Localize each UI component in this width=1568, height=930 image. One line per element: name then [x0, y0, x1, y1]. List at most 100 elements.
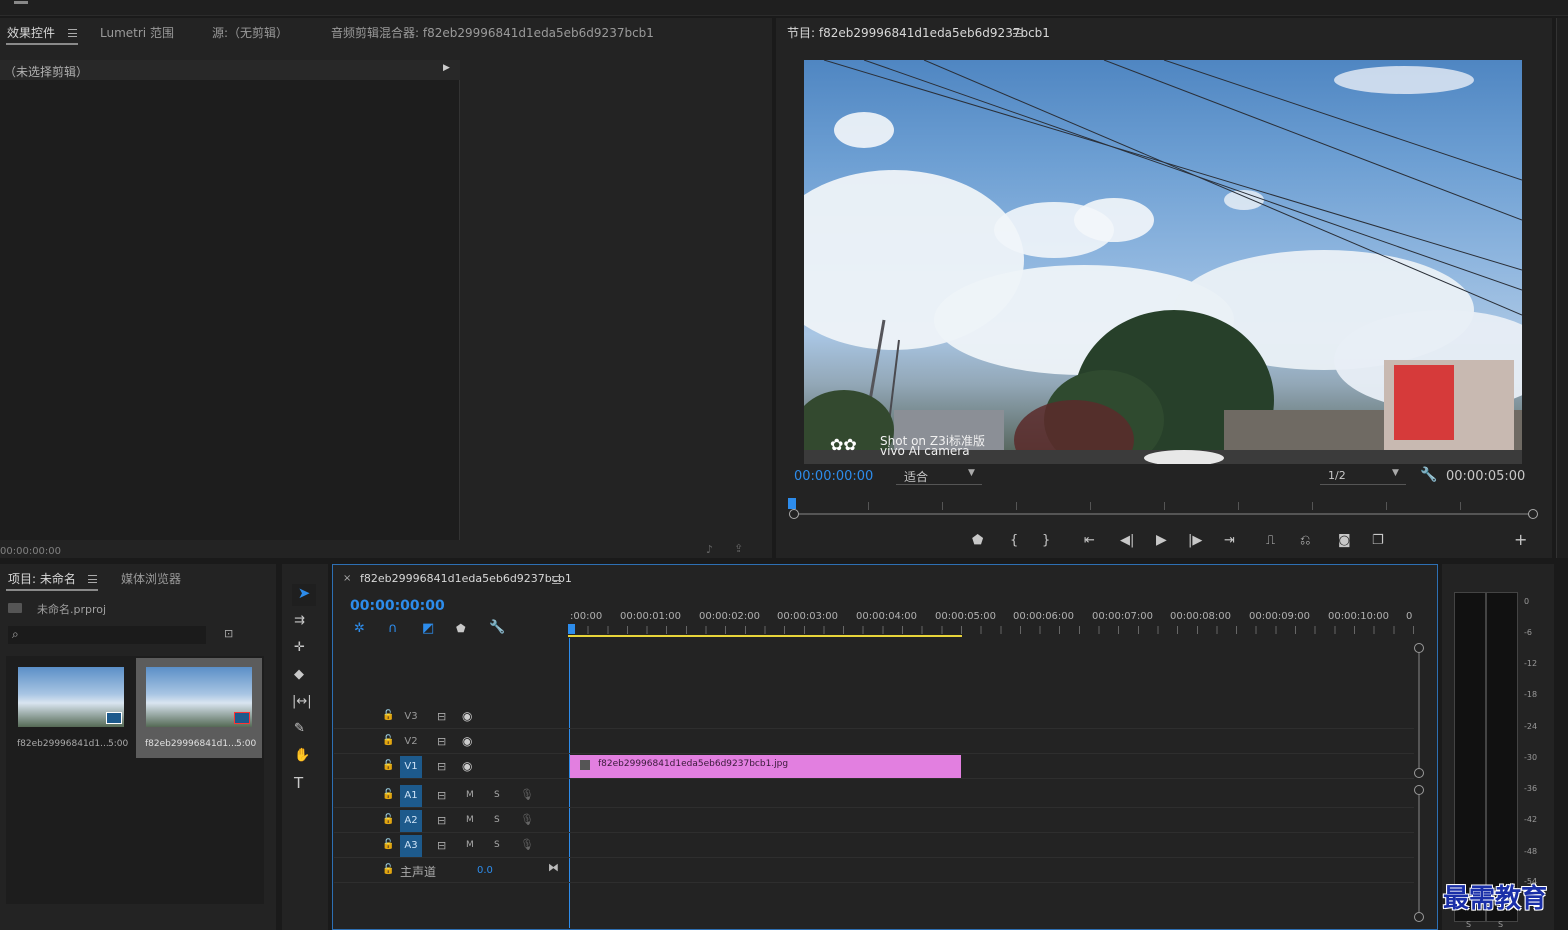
mute-button[interactable]: M — [466, 840, 474, 850]
close-tab-icon[interactable]: × — [343, 573, 351, 584]
tab-lumetri-scopes[interactable]: Lumetri 范围 — [100, 24, 174, 41]
sync-lock-icon[interactable]: ⊟ — [437, 814, 446, 827]
pen-tool-icon[interactable]: ✎ — [294, 722, 305, 736]
vertical-scrollbar-audio[interactable] — [1418, 795, 1420, 912]
panel-menu-icon[interactable] — [68, 29, 77, 37]
lock-icon[interactable]: 🔓 — [382, 789, 394, 800]
hand-tool-icon[interactable]: ✋ — [294, 749, 310, 763]
step-back-icon[interactable]: ◀| — [1120, 534, 1134, 548]
track-v1-label[interactable]: V1 — [400, 756, 422, 778]
slip-tool-icon[interactable]: |↔| — [292, 695, 312, 709]
tab-source[interactable]: 源:（无剪辑） — [212, 24, 288, 41]
mark-in-icon[interactable]: { — [1010, 534, 1018, 548]
expand-arrow-icon[interactable]: ▶ — [443, 63, 450, 73]
scroll-handle-video-bottom[interactable] — [1414, 768, 1424, 778]
scrubber-out-handle[interactable] — [1528, 509, 1538, 519]
tab-audio-clip-mixer[interactable]: 音频剪辑混合器: f82eb29996841d1eda5eb6d9237bcb1 — [331, 24, 654, 41]
track-a1-label[interactable]: A1 — [400, 785, 422, 807]
project-item[interactable]: f82eb29996841d1... 5:00 — [8, 658, 132, 758]
new-bin-icon[interactable]: ⊡ — [224, 627, 233, 640]
linked-selection-icon[interactable]: ◩ — [422, 622, 434, 636]
lock-icon[interactable]: 🔓 — [382, 760, 394, 771]
sync-lock-icon[interactable]: ⊟ — [437, 760, 446, 773]
work-area-bar[interactable] — [568, 635, 962, 637]
project-search-input[interactable]: ⌕ — [8, 626, 206, 644]
microphone-icon[interactable]: 🎙 — [520, 838, 534, 851]
vertical-scrollbar[interactable] — [1418, 653, 1420, 768]
fit-dropdown[interactable]: 适合 ▼ — [896, 467, 982, 485]
step-forward-icon[interactable]: |▶ — [1188, 534, 1202, 548]
microphone-icon[interactable]: 🎙 — [520, 788, 534, 801]
sync-lock-icon[interactable]: ⊟ — [437, 735, 446, 748]
program-menu-icon[interactable] — [1013, 29, 1022, 37]
master-volume-value[interactable]: 0.0 — [477, 865, 493, 876]
lock-icon[interactable]: 🔓 — [382, 814, 394, 825]
filter-audio-icon[interactable]: ♪ — [706, 543, 713, 556]
project-menu-icon[interactable] — [88, 575, 97, 583]
tab-sequence[interactable]: f82eb29996841d1eda5eb6d9237bcb1 — [360, 572, 572, 585]
play-icon[interactable]: ▶ — [1156, 533, 1167, 547]
selection-tool-icon[interactable]: ➤ — [292, 584, 316, 606]
solo-button[interactable]: S — [494, 790, 500, 800]
lock-icon[interactable]: 🔓 — [382, 839, 394, 850]
track-select-tool-icon[interactable]: ⇉ — [294, 614, 305, 628]
timeline-settings-icon[interactable]: 🔧 — [489, 621, 505, 635]
meter-solo-left[interactable]: S — [1466, 920, 1471, 929]
project-item-selected[interactable]: f82eb29996841d1... 5:00 — [136, 658, 262, 758]
comparison-view-icon[interactable]: ❐ — [1372, 534, 1384, 548]
lock-icon[interactable]: 🔓 — [382, 735, 394, 746]
tab-media-browser[interactable]: 媒体浏览器 — [121, 570, 181, 587]
resolution-dropdown[interactable]: 1/2 ▼ — [1320, 467, 1406, 485]
sequence-menu-icon[interactable] — [552, 576, 561, 584]
timeline-playhead-marker[interactable] — [568, 624, 575, 634]
program-video-frame[interactable]: ✿✿ Shot on Z3i标准版 vivo AI camera — [804, 60, 1522, 464]
go-to-in-icon[interactable]: ⇤ — [1084, 534, 1095, 548]
export-icon[interactable]: ⇪ — [734, 542, 743, 555]
settings-wrench-icon[interactable]: 🔧 — [1420, 467, 1437, 483]
extract-icon[interactable]: ⎌ — [1300, 534, 1310, 548]
lift-icon[interactable]: ⎍ — [1266, 534, 1275, 548]
eye-icon[interactable]: ◉ — [462, 709, 472, 723]
tab-project[interactable]: 项目: 未命名 — [8, 570, 76, 587]
nest-icon[interactable]: ✲ — [354, 622, 365, 636]
scroll-handle-bottom[interactable] — [1414, 912, 1424, 922]
mark-out-icon[interactable]: } — [1042, 534, 1050, 548]
scrubber-in-handle[interactable] — [789, 509, 799, 519]
add-marker-icon[interactable]: ⬟ — [972, 534, 983, 548]
track-a3-label[interactable]: A3 — [400, 835, 422, 857]
track-a2-label[interactable]: A2 — [400, 810, 422, 832]
add-marker-icon[interactable]: ⬟ — [456, 622, 466, 636]
lock-icon[interactable]: 🔓 — [382, 710, 394, 721]
sync-lock-icon[interactable]: ⊟ — [437, 710, 446, 723]
workspace-icon[interactable] — [14, 0, 28, 4]
timeline-timecode[interactable]: 00:00:00:00 — [350, 598, 445, 614]
eye-icon[interactable]: ◉ — [462, 759, 472, 773]
ripple-edit-tool-icon[interactable]: ✛ — [294, 641, 305, 655]
lock-icon[interactable]: 🔓 — [382, 864, 394, 875]
sync-lock-icon[interactable]: ⊟ — [437, 839, 446, 852]
mute-button[interactable]: M — [466, 790, 474, 800]
eye-icon[interactable]: ◉ — [462, 734, 472, 748]
solo-button[interactable]: S — [494, 815, 500, 825]
sync-lock-icon[interactable]: ⊟ — [437, 789, 446, 802]
video-clip[interactable]: f82eb29996841d1eda5eb6d9237bcb1.jpg — [570, 755, 961, 778]
tab-effect-controls[interactable]: 效果控件 — [7, 24, 55, 41]
go-to-end-icon[interactable]: ⧓ — [548, 861, 559, 874]
meter-solo-right[interactable]: S — [1498, 920, 1503, 929]
program-scrubber[interactable] — [788, 498, 1538, 520]
microphone-icon[interactable]: 🎙 — [520, 813, 534, 826]
scroll-handle-audio-top[interactable] — [1414, 785, 1424, 795]
program-timecode[interactable]: 00:00:00:00 — [794, 469, 873, 484]
mute-button[interactable]: M — [466, 815, 474, 825]
track-v2-label[interactable]: V2 — [400, 731, 422, 753]
solo-button[interactable]: S — [494, 840, 500, 850]
program-monitor-title[interactable]: 节目: f82eb29996841d1eda5eb6d9237bcb1 — [787, 24, 1050, 41]
type-tool-icon[interactable]: T — [294, 776, 303, 791]
export-frame-camera-icon[interactable]: ◙ — [1338, 534, 1351, 548]
scroll-handle-top[interactable] — [1414, 643, 1424, 653]
playhead-marker[interactable] — [788, 498, 796, 509]
snap-magnet-icon[interactable]: ∩ — [388, 622, 398, 636]
razor-tool-icon[interactable]: ◆ — [294, 668, 304, 682]
track-v3-label[interactable]: V3 — [400, 706, 422, 728]
button-editor-plus-icon[interactable]: + — [1514, 532, 1527, 548]
